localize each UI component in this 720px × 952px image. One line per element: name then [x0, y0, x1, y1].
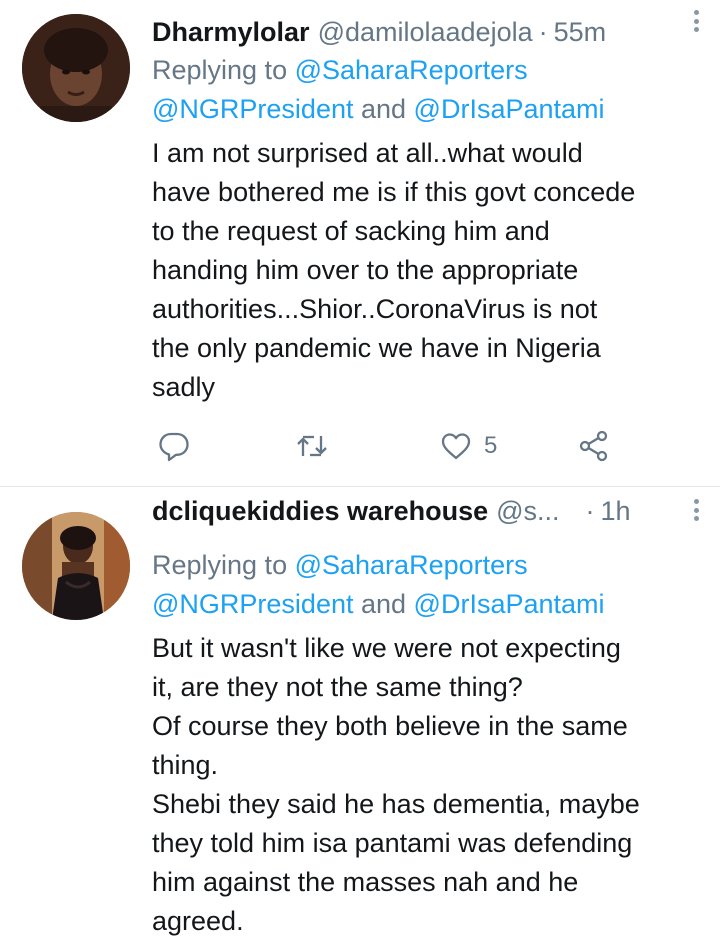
replying-and: and [353, 589, 414, 619]
more-icon[interactable] [686, 6, 706, 36]
avatar[interactable] [22, 512, 130, 620]
tweet-text: I am not surprised at all..what would ha… [152, 138, 636, 402]
replying-to-label: Replying to [152, 55, 295, 85]
reply-icon [159, 432, 189, 462]
more-icon[interactable] [686, 495, 706, 525]
mention-link[interactable]: @NGRPresident [152, 94, 353, 124]
like-count: 5 [484, 432, 498, 459]
tweet-text: But it wasn't like we were not expecting… [152, 633, 640, 936]
mention-link[interactable]: @NGRPresident [152, 589, 353, 619]
tweet[interactable]: dcliquekiddies warehouse @s... · 1h Repl… [0, 487, 720, 952]
avatar[interactable] [22, 14, 130, 122]
user-handle[interactable]: @s... [496, 496, 559, 527]
share-icon [579, 430, 608, 462]
retweet-button[interactable] [296, 424, 328, 468]
separator-dot: · [538, 16, 548, 47]
replying-to: Replying to @SaharaReporters @NGRPreside… [152, 51, 700, 129]
like-icon [441, 433, 471, 460]
replying-to-label: Replying to [152, 550, 295, 580]
reply-button[interactable] [158, 424, 190, 468]
tweet-header: Dharmylolar @damilolaadejola · 55m [152, 12, 700, 52]
replying-to: Replying to @SaharaReporters @NGRPreside… [152, 546, 700, 624]
separator-dot: · [585, 495, 595, 526]
display-name[interactable]: dcliquekiddies warehouse [152, 496, 488, 527]
retweet-icon [297, 435, 327, 457]
tweet[interactable]: Dharmylolar @damilolaadejola · 55m Reply… [0, 0, 720, 487]
mention-link[interactable]: @DrIsaPantami [414, 94, 605, 124]
mention-link[interactable]: @SaharaReporters [295, 55, 528, 85]
like-button[interactable]: 5 [440, 424, 497, 468]
share-button[interactable] [578, 424, 610, 468]
timestamp[interactable]: 1h [601, 496, 631, 527]
tweet-actions: 5 [152, 424, 622, 468]
timestamp[interactable]: 55m [554, 17, 607, 48]
mention-link[interactable]: @SaharaReporters [295, 550, 528, 580]
mention-link[interactable]: @DrIsaPantami [414, 589, 605, 619]
display-name[interactable]: Dharmylolar [152, 17, 310, 48]
replying-and: and [353, 94, 414, 124]
user-handle[interactable]: @damilolaadejola [318, 17, 533, 48]
tweet-header: dcliquekiddies warehouse @s... · 1h [152, 491, 700, 531]
